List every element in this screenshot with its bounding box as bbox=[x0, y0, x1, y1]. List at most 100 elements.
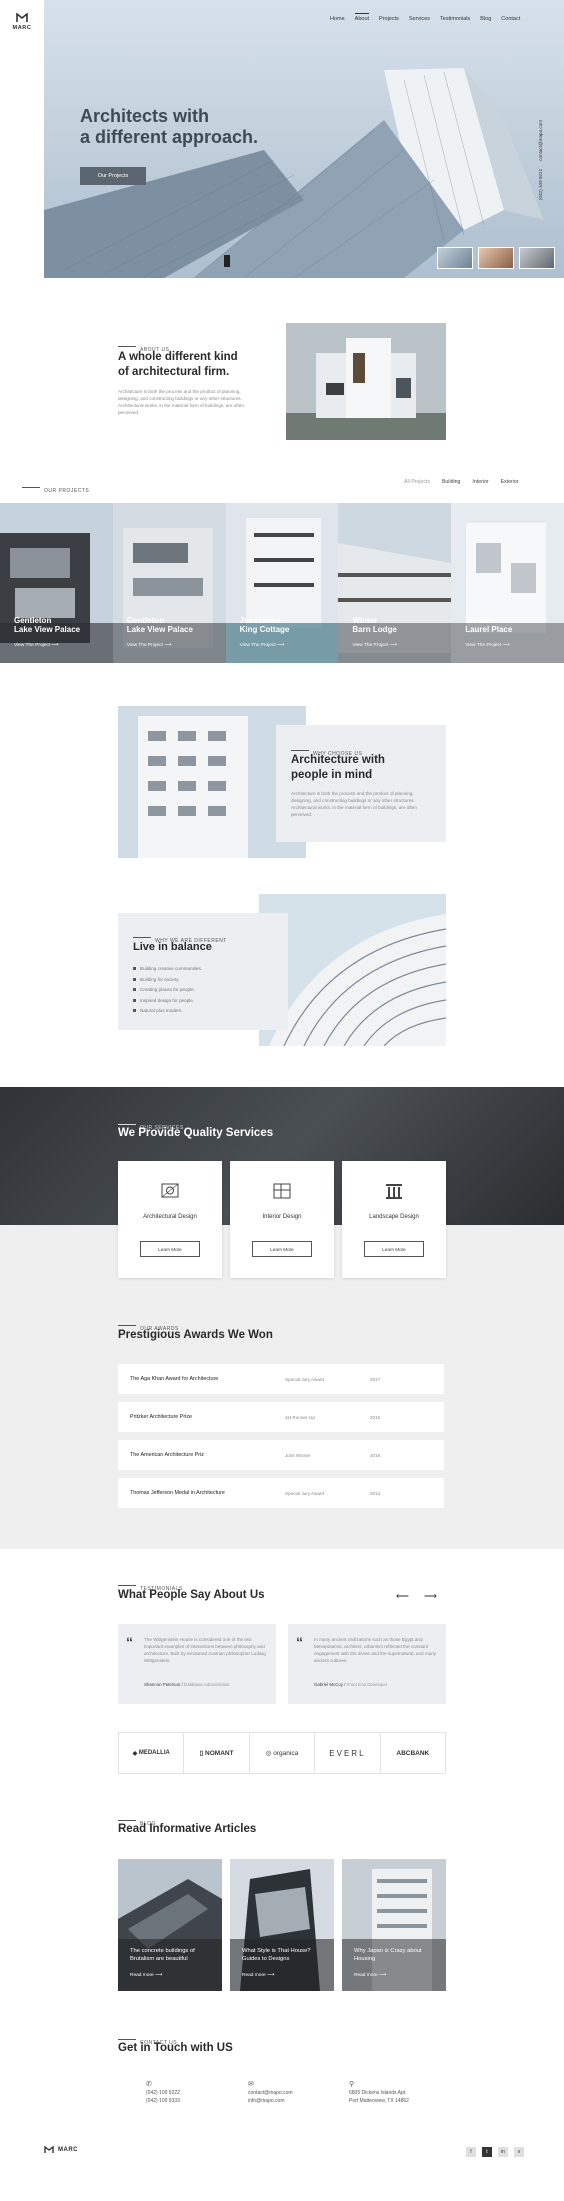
client-logo-everl: EVERL bbox=[315, 1733, 381, 1773]
nav-projects[interactable]: Projects bbox=[379, 16, 399, 22]
contact-phones: ✆ (042) 109 9222 (042) 109 9333 bbox=[146, 2081, 180, 2105]
blog-title: Read Informative Articles bbox=[118, 1823, 257, 1835]
nav-about[interactable]: About bbox=[354, 13, 370, 22]
contact-phone-1[interactable]: (042) 109 9222 bbox=[146, 2089, 180, 2097]
view-project-link[interactable]: View The Project ⟶ bbox=[352, 643, 396, 648]
client-logo-abcbank: ABCBANK bbox=[396, 1749, 430, 1757]
logo-text: MARC bbox=[12, 25, 32, 31]
project-card[interactable]: Gentleton Lake View Palace View The Proje… bbox=[0, 503, 113, 663]
about-image bbox=[286, 323, 446, 440]
testimonial-quote: The Wittgenstein House is considered one… bbox=[144, 1637, 266, 1663]
nav-home[interactable]: Home bbox=[330, 16, 345, 22]
nav-blog[interactable]: Blog bbox=[480, 16, 491, 22]
blog-card[interactable]: What Style is That House? Guides to Desig… bbox=[230, 1859, 334, 1991]
awards-title: Prestigious Awards We Won bbox=[118, 1329, 273, 1341]
testimonials-title: What People Say About Us bbox=[118, 1589, 265, 1601]
filter-building[interactable]: Building bbox=[442, 479, 460, 485]
view-project-link[interactable]: View The Project ⟶ bbox=[14, 643, 58, 648]
project-title: Jessamine King Cottage bbox=[239, 616, 290, 634]
hero-title-line2: a different approach. bbox=[80, 127, 259, 147]
read-more-link[interactable]: Read more ⟶ bbox=[130, 1973, 162, 1978]
different-list-item: Natural plus modern. bbox=[133, 1006, 202, 1017]
project-card[interactable]: Jessamine King Cottage View The Project ⟶ bbox=[225, 503, 339, 663]
blog-card[interactable]: The concrete buildings of Brutalism are b… bbox=[118, 1859, 222, 1991]
different-list: Building creative communities. Building … bbox=[133, 964, 202, 1017]
filter-interior[interactable]: Interior bbox=[472, 479, 488, 485]
award-row: Thomas Jefferson Medal in Architecture S… bbox=[118, 1478, 444, 1508]
hero-side-email[interactable]: contact@mapo.com bbox=[538, 120, 543, 161]
facebook-icon[interactable]: f bbox=[466, 2147, 476, 2157]
blog-image bbox=[118, 1859, 222, 1991]
why-body: Architecture is both the process and the… bbox=[291, 791, 417, 817]
hero-thumb-3[interactable] bbox=[519, 247, 555, 269]
learn-more-button[interactable]: Learn More bbox=[252, 1241, 312, 1257]
quote-icon: “ bbox=[296, 1634, 303, 1650]
prev-arrow-icon[interactable]: ⟵ bbox=[396, 1591, 409, 1602]
linkedin-icon[interactable]: in bbox=[498, 2147, 508, 2157]
learn-more-button[interactable]: Learn More bbox=[364, 1241, 424, 1257]
view-project-link[interactable]: View The Project ⟶ bbox=[240, 643, 284, 648]
read-more-link[interactable]: Read more ⟶ bbox=[242, 1973, 274, 1978]
client-logo-organica: ◎ organica bbox=[250, 1733, 316, 1773]
social-links: f t in v bbox=[466, 2147, 524, 2157]
client-logo-medallia: ◆ MEDALLIA bbox=[119, 1733, 185, 1773]
twitter-icon[interactable]: t bbox=[482, 2147, 492, 2157]
logo-icon bbox=[16, 13, 28, 22]
view-project-link[interactable]: View The Project ⟶ bbox=[127, 643, 171, 648]
project-card[interactable]: Trevean Laurel Place View The Project ⟶ bbox=[451, 503, 564, 663]
blog-card[interactable]: Why Japan is Crazy about Housing Read mor… bbox=[342, 1859, 446, 1991]
contact-emails: ✉ contact@mapo.com info@mapo.com bbox=[248, 2081, 293, 2105]
view-project-link[interactable]: View The Project ⟶ bbox=[465, 643, 509, 648]
services-title: We Provide Quality Services bbox=[118, 1127, 274, 1139]
hero-title-line1: Architects with bbox=[80, 106, 210, 126]
our-projects-button[interactable]: Our Projects bbox=[80, 167, 146, 185]
blog-image bbox=[342, 1859, 446, 1991]
project-image bbox=[451, 503, 564, 663]
vimeo-icon[interactable]: v bbox=[514, 2147, 524, 2157]
service-title: Architectural Design bbox=[143, 1214, 197, 1220]
award-row: The Aga Khan Award for Architecture Spec… bbox=[118, 1364, 444, 1394]
project-title: Trevean Laurel Place bbox=[465, 616, 513, 634]
filter-all-projects[interactable]: All Projects bbox=[404, 479, 430, 485]
project-card[interactable]: Gentleton Lake View Palace View The Proje… bbox=[112, 503, 226, 663]
project-image bbox=[0, 503, 113, 663]
landscape-design-icon bbox=[386, 1184, 402, 1199]
project-card[interactable]: Winter Barn Lodge View The Project ⟶ bbox=[338, 503, 452, 663]
logo[interactable]: MARC bbox=[0, 0, 44, 44]
project-filters: All Projects Building Interior Exterior bbox=[404, 479, 518, 485]
phone-icon: ✆ bbox=[146, 2081, 152, 2088]
client-logo-nomant: ▯ NOMANT bbox=[184, 1733, 250, 1773]
contact-email-2[interactable]: info@mapo.com bbox=[248, 2097, 293, 2105]
blog-card-title: Why Japan is Crazy about Housing bbox=[354, 1948, 422, 1962]
contact-email-1[interactable]: contact@mapo.com bbox=[248, 2089, 293, 2097]
about-title: A whole different kind of architectural f… bbox=[118, 351, 238, 378]
learn-more-button[interactable]: Learn More bbox=[140, 1241, 200, 1257]
project-image bbox=[338, 503, 452, 663]
hero-thumbnails bbox=[437, 247, 555, 269]
contact-title: Get in Touch with US bbox=[118, 2042, 233, 2054]
hero-side-phone[interactable]: (042) 109 9222 bbox=[538, 169, 543, 200]
service-card: Landscape Design Learn More bbox=[342, 1161, 446, 1278]
mail-icon: ✉ bbox=[248, 2081, 254, 2088]
hero-thumb-2[interactable] bbox=[478, 247, 514, 269]
service-title: Landscape Design bbox=[369, 1214, 419, 1220]
nav-testimonials[interactable]: Testimonials bbox=[440, 16, 470, 22]
testimonial-author: Shannon Peterson / Database Administrato… bbox=[144, 1682, 230, 1687]
projects-eyebrow: OUR PROJECTS bbox=[22, 479, 89, 497]
testimonial-card: “ In many ancient civilizations such as … bbox=[288, 1624, 446, 1704]
contact-phone-2[interactable]: (042) 109 9333 bbox=[146, 2097, 180, 2105]
nav-contact[interactable]: Contact bbox=[501, 16, 520, 22]
hero-side-contact: (042) 109 9222 contact@mapo.com bbox=[538, 90, 548, 200]
hero-thumb-1[interactable] bbox=[437, 247, 473, 269]
about-body: Architecture is both the process and the… bbox=[118, 389, 244, 415]
award-row: The American Architecture Priz Joint Win… bbox=[118, 1440, 444, 1470]
project-title: Gentleton Lake View Palace bbox=[14, 616, 81, 634]
footer-logo[interactable]: MARC bbox=[44, 2146, 78, 2154]
hero-title: Architects with a different approach. bbox=[80, 106, 258, 148]
project-image bbox=[225, 503, 339, 663]
testimonial-author: Gabriel McCoy / Front End Developer bbox=[314, 1682, 388, 1687]
read-more-link[interactable]: Read more ⟶ bbox=[354, 1973, 386, 1978]
filter-exterior[interactable]: Exterior bbox=[501, 479, 519, 485]
nav-services[interactable]: Services bbox=[409, 16, 430, 22]
next-arrow-icon[interactable]: ⟶ bbox=[424, 1591, 437, 1602]
